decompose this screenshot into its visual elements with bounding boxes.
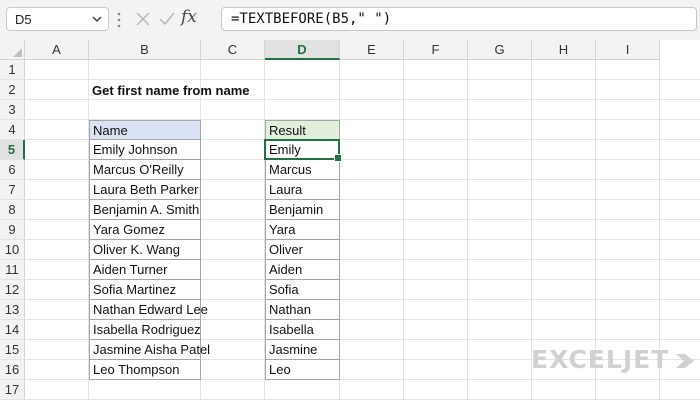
fill-handle[interactable] (334, 154, 342, 162)
function-fx-icon[interactable]: fx (181, 7, 197, 27)
row-header-1[interactable]: 1 (0, 60, 25, 80)
name-cell[interactable]: Nathan Edward Lee (89, 299, 208, 320)
column-header-i[interactable]: I (596, 40, 660, 60)
exceljet-logo: EXCELJET (531, 345, 694, 374)
result-cell[interactable]: Isabella (265, 319, 340, 340)
name-column-header[interactable]: Name (89, 120, 201, 140)
row-header-13[interactable]: 13 (0, 300, 25, 320)
name-cell[interactable]: Emily Johnson (89, 139, 201, 160)
name-cell[interactable]: Laura Beth Parker (89, 179, 201, 200)
more-vertical-icon[interactable] (117, 12, 121, 28)
column-header-a[interactable]: A (25, 40, 89, 60)
result-cell[interactable]: Yara (265, 219, 340, 240)
column-header-d[interactable]: D (265, 40, 340, 60)
column-header-e[interactable]: E (340, 40, 404, 60)
name-cell[interactable]: Sofia Martinez (89, 279, 201, 300)
name-cell[interactable]: Yara Gomez (89, 219, 201, 240)
row-header-12[interactable]: 12 (0, 280, 25, 300)
name-cell[interactable]: Benjamin A. Smith (89, 199, 201, 220)
row-header-5[interactable]: 5 (0, 140, 25, 160)
gridline (467, 60, 468, 400)
sheet-title[interactable]: Get first name from name (92, 83, 250, 98)
name-box-value: D5 (15, 12, 32, 27)
name-cell[interactable]: Marcus O'Reilly (89, 159, 201, 180)
row-header-2[interactable]: 2 (0, 80, 25, 100)
result-cell[interactable]: Nathan (265, 299, 340, 320)
gridline (25, 99, 700, 100)
row-header-9[interactable]: 9 (0, 220, 25, 240)
row-header-14[interactable]: 14 (0, 320, 25, 340)
result-column-header[interactable]: Result (265, 120, 340, 140)
confirm-check-icon[interactable] (158, 11, 176, 27)
row-header-8[interactable]: 8 (0, 200, 25, 220)
result-cell[interactable]: Jasmine (265, 339, 340, 360)
name-cell[interactable]: Leo Thompson (89, 359, 201, 380)
row-header-17[interactable]: 17 (0, 380, 25, 400)
gridline (25, 79, 700, 80)
active-cell-selection[interactable] (264, 139, 342, 162)
result-cell[interactable]: Marcus (265, 159, 340, 180)
cancel-x-icon[interactable] (135, 11, 151, 27)
result-cell[interactable]: Aiden (265, 259, 340, 280)
formula-text: =TEXTBEFORE(B5," ") (231, 11, 392, 27)
name-box[interactable]: D5 (6, 7, 109, 31)
row-header-3[interactable]: 3 (0, 100, 25, 120)
formula-input[interactable]: =TEXTBEFORE(B5," ") (221, 7, 697, 31)
column-header-h[interactable]: H (532, 40, 596, 60)
exceljet-logo-icon (676, 354, 694, 368)
row-header-7[interactable]: 7 (0, 180, 25, 200)
column-header-f[interactable]: F (404, 40, 468, 60)
result-cell[interactable]: Oliver (265, 239, 340, 260)
name-cell[interactable]: Isabella Rodriguez (89, 319, 201, 340)
row-header-6[interactable]: 6 (0, 160, 25, 180)
row-header-4[interactable]: 4 (0, 120, 25, 140)
result-cell[interactable]: Leo (265, 359, 340, 380)
result-cell[interactable]: Sofia (265, 279, 340, 300)
chevron-down-icon[interactable] (90, 11, 104, 27)
column-header-c[interactable]: C (201, 40, 265, 60)
row-header-16[interactable]: 16 (0, 360, 25, 380)
formula-bar: D5 fx =TEXTBEFORE(B5," ") (0, 0, 700, 40)
name-cell[interactable]: Jasmine Aisha Patel (89, 339, 210, 360)
row-header-10[interactable]: 10 (0, 240, 25, 260)
row-header-11[interactable]: 11 (0, 260, 25, 280)
row-header-15[interactable]: 15 (0, 340, 25, 360)
result-cell[interactable]: Laura (265, 179, 340, 200)
column-header-b[interactable]: B (89, 40, 201, 60)
column-header-g[interactable]: G (468, 40, 532, 60)
name-cell[interactable]: Oliver K. Wang (89, 239, 201, 260)
name-cell[interactable]: Aiden Turner (89, 259, 201, 280)
logo-text: EXCELJET (531, 345, 670, 374)
result-cell[interactable]: Benjamin (265, 199, 340, 220)
gridline (403, 60, 404, 400)
select-all-corner[interactable] (0, 40, 25, 60)
